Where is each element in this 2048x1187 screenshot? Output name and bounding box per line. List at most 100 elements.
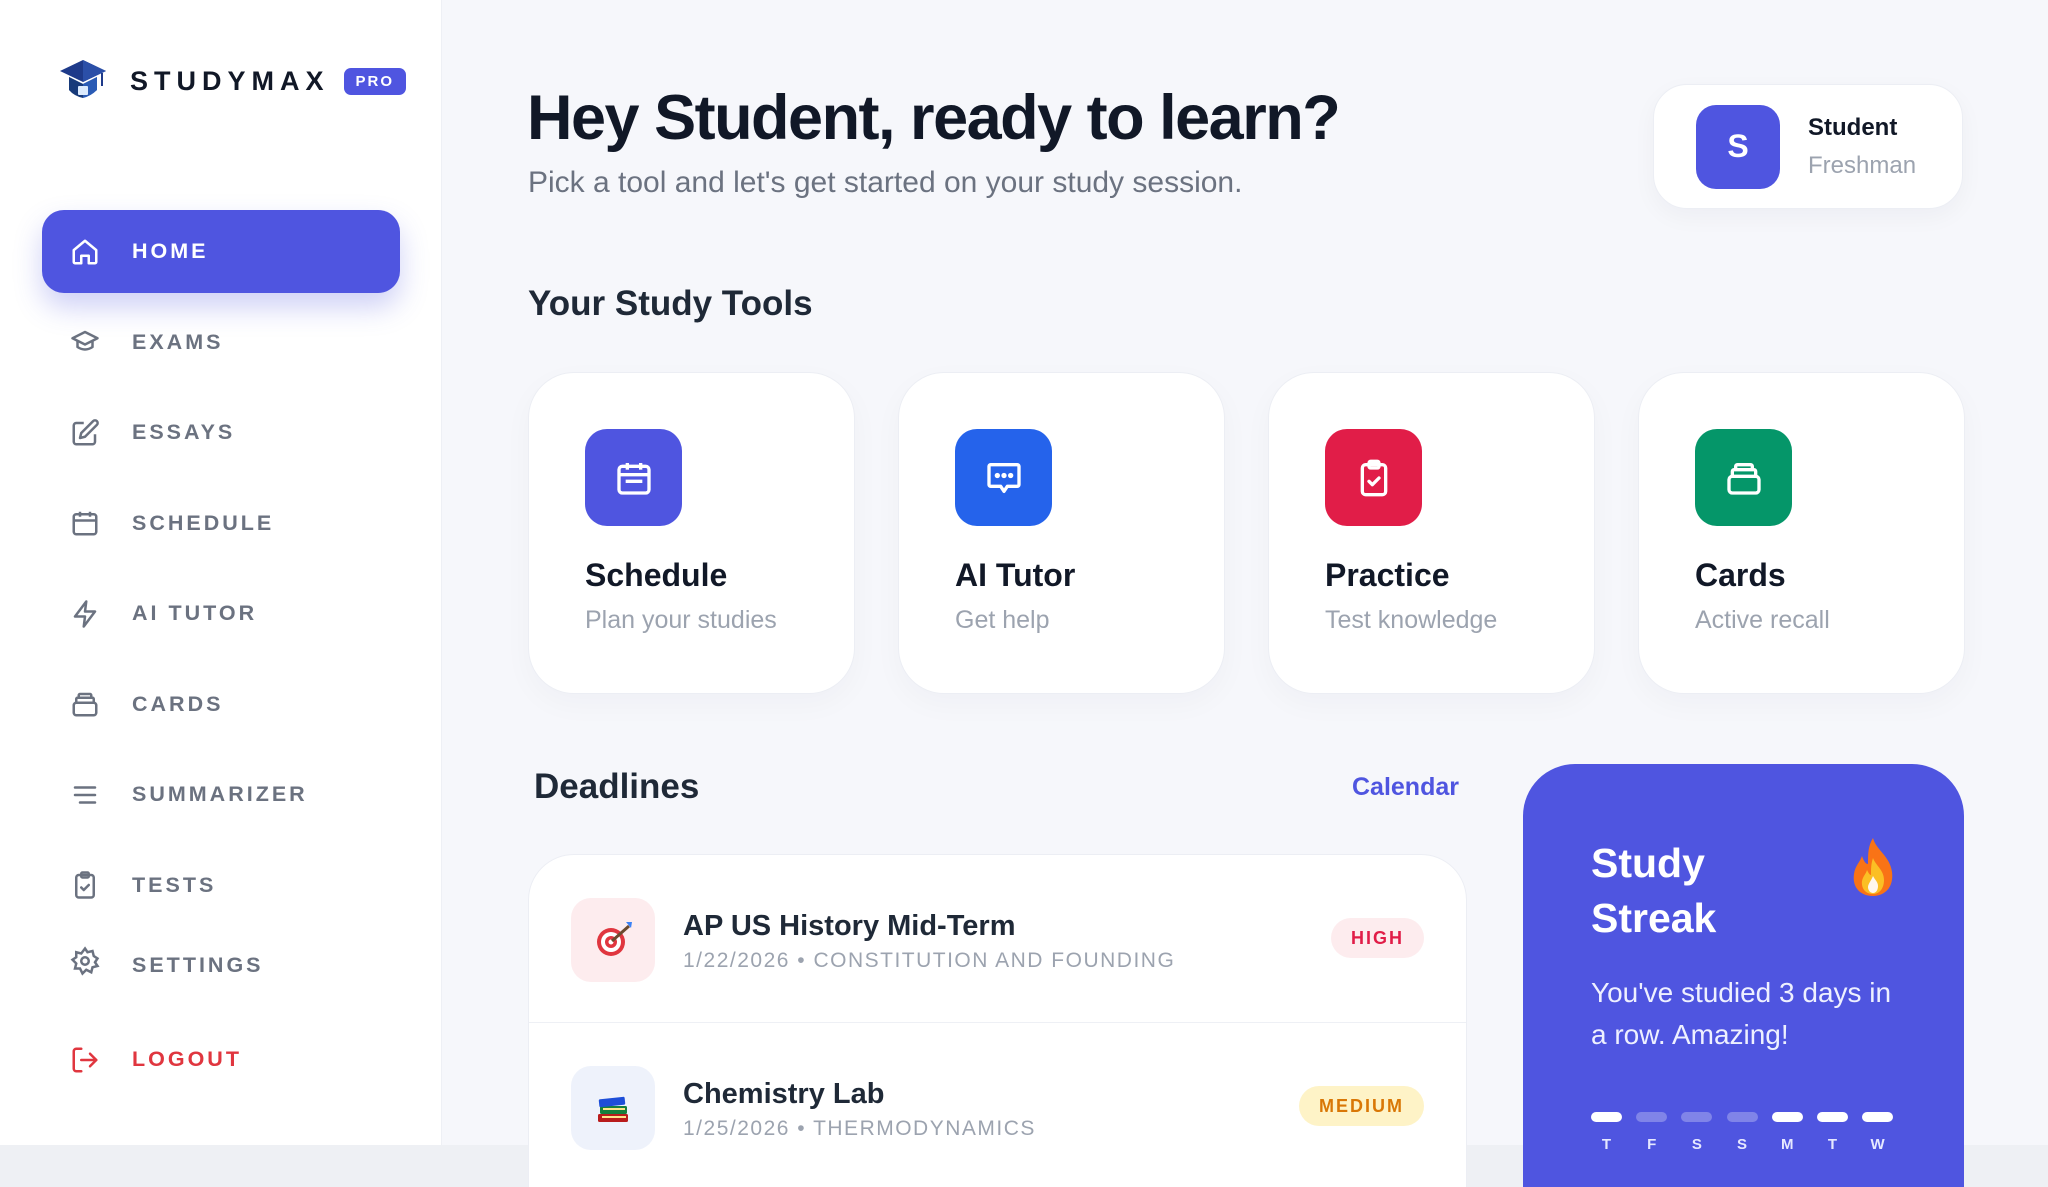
tool-title: Practice — [1325, 557, 1450, 593]
tool-card-schedule[interactable]: Schedule Plan your studies — [528, 372, 855, 694]
sidebar-item-label: SCHEDULE — [132, 510, 275, 535]
streak-day-bar — [1636, 1112, 1668, 1122]
sidebar-item-summarizer[interactable]: SUMMARIZER — [42, 753, 400, 836]
calendar-icon — [68, 506, 102, 540]
sidebar-item-schedule[interactable]: SCHEDULE — [42, 482, 400, 565]
streak-day-label: T — [1827, 1136, 1838, 1153]
deadline-title: AP US History Mid-Term — [683, 910, 1016, 942]
brand-name: STUDYMAX — [130, 65, 330, 96]
home-icon — [68, 235, 102, 269]
streak-day: T — [1816, 1112, 1848, 1153]
gear-icon — [68, 944, 102, 978]
tool-title: Schedule — [585, 557, 728, 593]
lines-icon — [68, 778, 102, 812]
target-icon — [571, 898, 655, 982]
streak-title: Study Streak — [1591, 840, 1717, 941]
streak-day-bar — [1862, 1112, 1894, 1122]
sidebar-nav: HOME EXAMS ESSAYS SCHEDULE AI TUTOR CARD… — [42, 210, 400, 978]
profile-text: Student Freshman — [1808, 114, 1916, 180]
logout-icon — [68, 1043, 102, 1077]
chat-icon — [955, 429, 1052, 526]
streak-day-label: S — [1737, 1136, 1748, 1153]
profile-level: Freshman — [1808, 151, 1917, 179]
sidebar-item-label: SETTINGS — [132, 953, 264, 977]
streak-day: T — [1591, 1112, 1622, 1153]
deadline-title: Chemistry Lab — [683, 1078, 885, 1110]
calendar-icon — [585, 429, 682, 526]
sidebar-item-label: CARDS — [132, 691, 224, 716]
logout-label: LOGOUT — [132, 1047, 242, 1071]
deadline-item-chemistry[interactable]: Chemistry Lab 1/25/2026 • THERMODYNAMICS… — [529, 1023, 1466, 1187]
books-icon — [571, 1066, 655, 1150]
clipboard-check-icon — [68, 868, 102, 902]
streak-day-label: M — [1781, 1136, 1794, 1153]
brand[interactable]: STUDYMAX PRO — [58, 56, 407, 106]
deadline-meta: 1/22/2026 • CONSTITUTION AND FOUNDING — [683, 949, 1176, 972]
streak-day-bar — [1726, 1112, 1758, 1122]
sidebar-item-exams[interactable]: EXAMS — [42, 301, 400, 384]
streak-message: You've studied 3 days in a row. Amazing! — [1591, 977, 1892, 1050]
deadline-item-history[interactable]: AP US History Mid-Term 1/22/2026 • CONST… — [529, 855, 1466, 1023]
sidebar-item-cards[interactable]: CARDS — [42, 663, 400, 746]
profile-name: Student — [1808, 113, 1898, 141]
deadline-meta: 1/25/2026 • THERMODYNAMICS — [683, 1117, 1036, 1140]
priority-badge: MEDIUM — [1299, 1086, 1424, 1126]
study-tools-grid: Schedule Plan your studies AI Tutor Get … — [528, 372, 1965, 694]
calendar-link[interactable]: Calendar — [1352, 773, 1459, 802]
streak-day-label: W — [1870, 1136, 1885, 1153]
streak-day-bar — [1591, 1112, 1622, 1122]
avatar: S — [1696, 104, 1780, 189]
deadlines-title: Deadlines — [534, 767, 700, 806]
tool-subtitle: Plan your studies — [585, 606, 777, 634]
streak-day: W — [1862, 1112, 1894, 1153]
deadlines-list: AP US History Mid-Term 1/22/2026 • CONST… — [528, 854, 1467, 1187]
streak-day-label: F — [1647, 1136, 1657, 1153]
tool-title: AI Tutor — [955, 557, 1076, 593]
graduation-cap-icon — [68, 325, 102, 359]
sidebar-item-label: ESSAYS — [132, 420, 236, 444]
streak-day: M — [1771, 1112, 1803, 1153]
sidebar-item-label: EXAMS — [132, 329, 224, 354]
cards-stack-icon — [1695, 429, 1792, 526]
tool-subtitle: Active recall — [1695, 606, 1830, 634]
sidebar-item-label: TESTS — [132, 872, 217, 897]
sidebar-item-label: SUMMARIZER — [132, 782, 308, 806]
streak-day-bar — [1771, 1112, 1803, 1122]
tool-card-practice[interactable]: Practice Test knowledge — [1268, 372, 1595, 694]
streak-days: T F S S M T W — [1591, 1112, 1907, 1153]
page-subtitle: Pick a tool and let's get started on you… — [528, 166, 1243, 199]
tool-subtitle: Get help — [955, 606, 1050, 634]
sidebar-item-label: AI TUTOR — [132, 601, 258, 625]
streak-day-label: T — [1601, 1136, 1612, 1153]
streak-day-bar — [1816, 1112, 1848, 1122]
sidebar-item-tests[interactable]: TESTS — [42, 844, 400, 927]
profile-card[interactable]: S Student Freshman — [1653, 84, 1963, 209]
sidebar-item-ai-tutor[interactable]: AI TUTOR — [42, 572, 400, 655]
edit-icon — [68, 416, 102, 450]
pro-badge: PRO — [343, 67, 407, 95]
sidebar-item-home[interactable]: HOME — [42, 210, 400, 293]
tool-title: Cards — [1695, 557, 1786, 593]
fire-icon — [1846, 836, 1900, 903]
cards-stack-icon — [68, 687, 102, 721]
clipboard-check-icon — [1325, 429, 1422, 526]
sidebar-item-label: HOME — [132, 239, 209, 263]
streak-day: S — [1726, 1112, 1758, 1153]
streak-day-bar — [1681, 1112, 1713, 1122]
lightning-icon — [68, 597, 102, 631]
tool-card-ai-tutor[interactable]: AI Tutor Get help — [898, 372, 1225, 694]
study-streak-card: Study Streak You've studied 3 days in a … — [1523, 764, 1964, 1187]
streak-day-label: S — [1691, 1136, 1702, 1153]
tool-card-cards[interactable]: Cards Active recall — [1638, 372, 1965, 694]
graduation-cap-logo-icon — [60, 60, 106, 98]
logout-button[interactable]: LOGOUT — [42, 1018, 400, 1101]
streak-day: F — [1636, 1112, 1668, 1153]
page-title: Hey Student, ready to learn? — [527, 83, 1341, 153]
tool-subtitle: Test knowledge — [1325, 606, 1498, 634]
sidebar-item-settings[interactable]: SETTINGS — [42, 934, 400, 978]
sidebar: STUDYMAX PRO HOME EXAMS ESSAYS SCHEDULE … — [0, 0, 442, 1145]
priority-badge: HIGH — [1331, 918, 1424, 958]
sidebar-item-essays[interactable]: ESSAYS — [42, 391, 400, 474]
streak-day: S — [1681, 1112, 1713, 1153]
study-tools-title: Your Study Tools — [528, 284, 813, 323]
